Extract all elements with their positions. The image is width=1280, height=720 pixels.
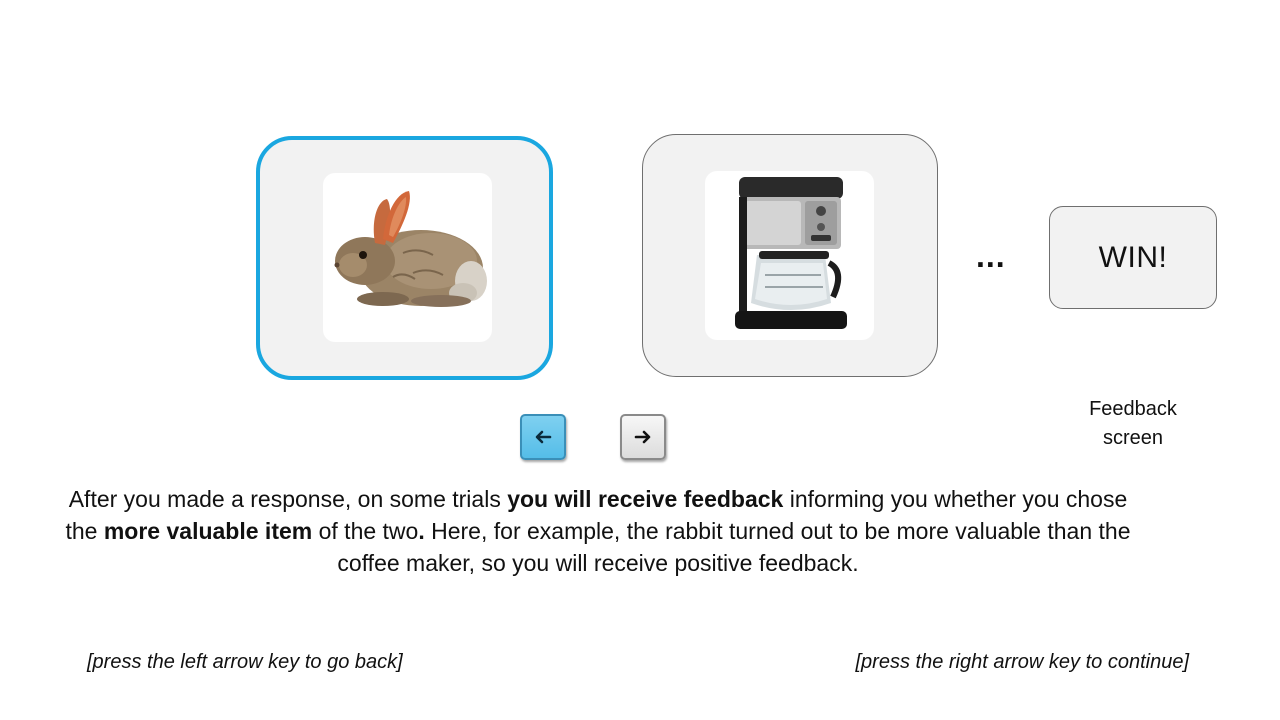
instruction-bold-feedback: you will receive feedback <box>507 486 784 512</box>
instruction-part-4: Here, for example, the rabbit turned out… <box>337 518 1131 576</box>
feedback-text: WIN! <box>1098 240 1168 274</box>
go-back-hint: [press the left arrow key to go back] <box>87 651 403 673</box>
arrow-left-icon <box>535 430 552 444</box>
instruction-slide: ... WIN! Feedback screen After you made … <box>0 0 1280 720</box>
feedback-caption-line1: Feedback <box>1089 398 1177 420</box>
left-arrow-key[interactable] <box>520 414 566 460</box>
instruction-part-1: After you made a response, on some trial… <box>68 486 508 512</box>
instruction-text: After you made a response, on some trial… <box>60 483 1136 579</box>
feedback-win-box: WIN! <box>1049 206 1217 309</box>
ellipsis: ... <box>976 238 1006 274</box>
right-arrow-key[interactable] <box>620 414 666 460</box>
left-option-card-selected[interactable] <box>256 136 553 380</box>
feedback-caption: Feedback screen <box>1060 395 1206 453</box>
arrow-right-icon <box>634 430 651 444</box>
right-option-card[interactable] <box>642 134 938 377</box>
continue-hint: [press the right arrow key to continue] <box>855 651 1190 673</box>
instruction-bold-valuable: more valuable item <box>103 518 313 544</box>
coffee-maker-image <box>705 171 874 340</box>
rabbit-image <box>323 173 492 342</box>
instruction-part-3: of the two <box>312 518 419 544</box>
feedback-caption-line2: screen <box>1102 427 1164 449</box>
